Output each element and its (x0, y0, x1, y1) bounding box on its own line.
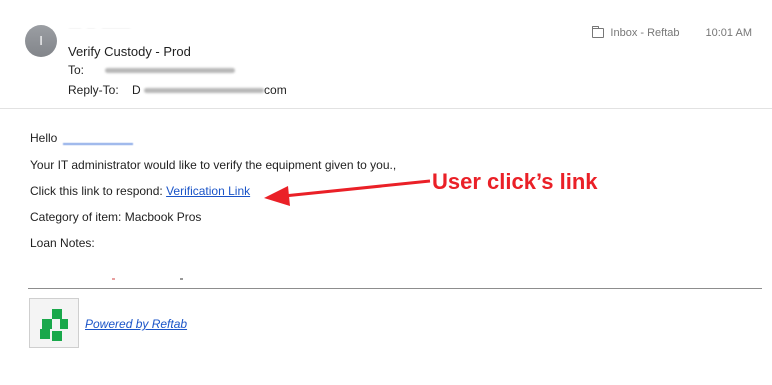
verification-link[interactable]: Verification Link (166, 184, 250, 198)
reftab-logo-icon[interactable] (29, 298, 79, 348)
email-header: I Verify Custody - Prod To: Reply-To: D … (0, 0, 772, 109)
arrow-icon (264, 179, 431, 206)
redacted-marks (112, 269, 183, 283)
reply-to-redacted (144, 88, 265, 94)
folder-label[interactable]: Inbox - Reftab (610, 27, 679, 39)
recipient-name-redacted (63, 143, 134, 145)
email-subject: Verify Custody - Prod (68, 44, 191, 59)
to-label: To: (68, 63, 85, 77)
sender-avatar[interactable]: I (25, 25, 57, 57)
reply-to-prefix: D (132, 83, 141, 97)
reply-to-line: Reply-To: D com (68, 83, 287, 97)
greeting: Hello (30, 131, 58, 145)
powered-by-link[interactable]: Powered by Reftab (85, 317, 187, 331)
to-value-redacted (105, 68, 236, 74)
respond-prompt: Click this link to respond: (30, 184, 163, 198)
annotation-text: User click’s link (432, 169, 598, 194)
reply-to-suffix: com (264, 83, 287, 97)
body-line-4: Loan Notes: (30, 236, 95, 250)
sender-name-redacted (68, 21, 158, 29)
folder-icon (592, 26, 605, 38)
greeting-line: Hello (30, 131, 134, 145)
received-time: 10:01 AM (705, 27, 752, 39)
body-line-3: Category of item: Macbook Pros (30, 210, 202, 224)
to-line: To: (68, 63, 236, 77)
message-meta: Inbox - Reftab 10:01 AM (592, 26, 752, 39)
reply-to-label: Reply-To: (68, 83, 119, 97)
footer-divider (28, 288, 762, 289)
body-line-2: Click this link to respond: Verification… (30, 184, 250, 198)
